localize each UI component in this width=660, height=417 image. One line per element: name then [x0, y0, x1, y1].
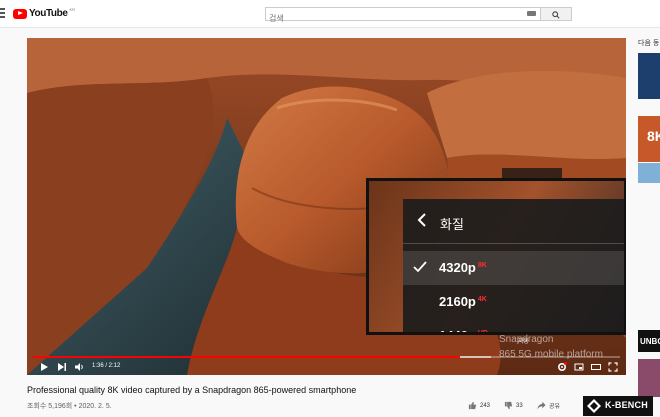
upload-date: 2020. 2. 5. — [78, 403, 112, 410]
video-title: Professional quality 8K video captured b… — [27, 385, 357, 395]
kbench-logo-icon — [587, 399, 601, 413]
share-label: 공유 — [549, 404, 561, 410]
thumbnail-text: UNBO — [640, 337, 660, 346]
time-display: 1:36 / 2:12 — [92, 363, 121, 369]
search-input[interactable] — [266, 12, 519, 25]
up-next-thumbnail[interactable] — [638, 359, 660, 397]
quality-option-label: 4320p 8K — [439, 260, 487, 275]
thumbs-up-icon — [468, 401, 477, 410]
quality-menu-header[interactable]: 화질 — [403, 199, 624, 244]
quality-option-label: 2160p 4K — [439, 294, 487, 309]
progress-buffered — [459, 356, 491, 358]
thumbnail-text: 8K — [647, 128, 660, 144]
logo-text: YouTube — [29, 8, 68, 19]
view-count: 조회수 5,196회 — [27, 403, 73, 410]
progress-played — [33, 356, 460, 358]
quality-menu-title: 화질 — [440, 217, 464, 232]
zoom-inset: 화질 4320p8K 2160p4K 1440pHD — [366, 178, 626, 335]
quality-option-label: 1440pHD — [439, 328, 488, 335]
up-next-thumbnail[interactable]: 8K — [638, 116, 660, 162]
like-count: 243 — [480, 402, 491, 409]
up-next-thumbnail[interactable] — [638, 163, 660, 183]
search-box[interactable] — [265, 7, 541, 25]
check-icon — [413, 261, 427, 273]
search-icon — [552, 11, 560, 19]
back-chevron-icon[interactable] — [417, 213, 427, 227]
progress-bar[interactable] — [33, 356, 620, 358]
quality-option-2160p[interactable]: 2160p 4K — [403, 285, 624, 319]
play-icon[interactable] — [39, 362, 49, 372]
next-icon[interactable] — [57, 362, 67, 372]
player-controls: 1:36 / 2:12 — [27, 360, 626, 375]
play-logo-icon — [13, 8, 27, 19]
keyboard-icon[interactable] — [527, 11, 536, 16]
miniplayer-icon[interactable] — [574, 362, 584, 372]
quality-badge: HD — [477, 329, 488, 335]
video-meta: 조회수 5,196회 • 2020. 2. 5. — [27, 403, 112, 410]
share-icon — [537, 401, 546, 410]
watermark-subtext: 865 5G mobile platform — [499, 349, 603, 360]
logo-region: KR — [69, 7, 76, 12]
volume-icon[interactable] — [74, 362, 84, 372]
youtube-logo[interactable]: YouTube KR — [13, 7, 76, 19]
thumbs-down-icon — [504, 401, 513, 410]
quality-badge: 8K — [477, 261, 487, 269]
menu-icon[interactable] — [0, 8, 5, 18]
fullscreen-icon[interactable] — [608, 362, 618, 372]
auto-quality-label: 자동 — [518, 339, 530, 345]
up-next-thumbnail[interactable]: UNBO — [638, 330, 660, 352]
up-next-label: 다음 동 — [638, 40, 660, 47]
settings-gear-icon[interactable] — [557, 362, 567, 372]
like-button[interactable]: 243 — [468, 401, 490, 410]
up-next-thumbnail[interactable] — [638, 53, 660, 99]
video-player[interactable]: 화질 4320p8K 2160p4K 1440pHD Snapdragon 86… — [27, 38, 626, 375]
dislike-button[interactable]: 33 — [504, 401, 523, 410]
up-next-column: 다음 동 8K UNBO — [636, 38, 660, 417]
top-bar: YouTube KR — [0, 0, 660, 28]
quality-option-1440p[interactable]: 1440pHD — [403, 319, 624, 335]
search-button[interactable] — [541, 7, 572, 21]
quality-menu: 화질 4320p8K 2160p4K 1440pHD — [403, 199, 624, 335]
theater-mode-icon[interactable] — [591, 362, 601, 372]
share-button[interactable]: 공유 — [537, 401, 560, 410]
kbench-brand: K-BENCH — [605, 400, 648, 410]
kbench-watermark: K-BENCH — [583, 396, 653, 416]
quality-option-4320p[interactable]: 4320p 8K — [403, 251, 624, 285]
quality-badge: 4K — [477, 295, 487, 303]
dislike-count: 33 — [516, 402, 523, 409]
